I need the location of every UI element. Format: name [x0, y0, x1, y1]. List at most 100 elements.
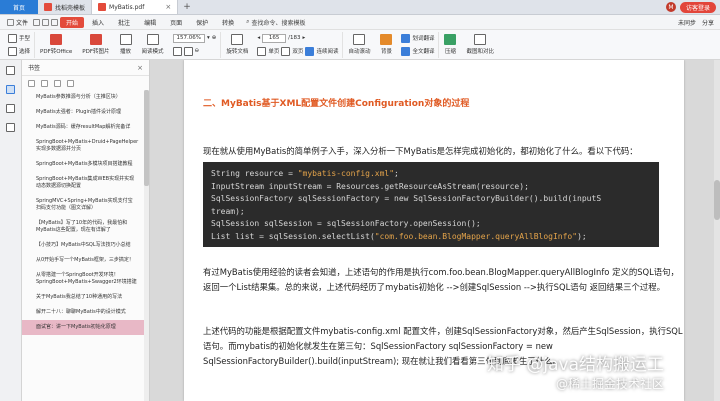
zoom-in-icon[interactable]: ⊕: [212, 35, 217, 41]
tab-mybatis-pdf[interactable]: MyBatis.pdf ×: [92, 0, 179, 14]
auto-scroll-icon: [353, 34, 366, 45]
fit-page-icon[interactable]: [172, 46, 182, 56]
bookmark-item[interactable]: 【小技巧】MyBatis中SQL写法技巧小总结: [22, 238, 145, 253]
pdf-to-image-button[interactable]: PDF转图片: [77, 34, 114, 55]
watermark-sub: @稀土掘金技术社区: [555, 377, 664, 391]
screenshot-compare-button[interactable]: 截图和对比: [461, 34, 499, 55]
double-page-button[interactable]: 双页: [292, 47, 303, 55]
bookmark-item[interactable]: 关于MyBatis我总结了10种通用的写法: [22, 290, 145, 305]
scrollbar-thumb[interactable]: [144, 90, 149, 186]
pdf-to-office-button[interactable]: PDF转Office: [35, 34, 77, 55]
screenshot-compare-label: 截图和对比: [466, 49, 494, 55]
menu-insert[interactable]: 插入: [86, 17, 110, 28]
close-icon[interactable]: ×: [137, 64, 143, 72]
document-scrollbar[interactable]: [714, 60, 720, 401]
bookmark-item[interactable]: MyBatis太强者：Plugin插件设计原理: [22, 105, 145, 120]
sync-status[interactable]: 未同步: [678, 18, 696, 27]
pdf-icon: [98, 3, 107, 11]
bookmark-item[interactable]: 从零搭建一个SpringBoot开发环境！SpringBoot+MyBatis+…: [22, 268, 145, 290]
annotation-icon[interactable]: [6, 104, 15, 113]
pdf-to-image-icon: [89, 34, 102, 45]
share-button[interactable]: 分享: [702, 18, 714, 27]
avatar[interactable]: M: [665, 2, 676, 12]
bookmark-item[interactable]: SpringMVC+Spring+MyBatis实现支付宝扫码支付功能（图文详解…: [22, 194, 145, 216]
bookmark-item[interactable]: MyBatis源码：缓存resultMap解析完备详: [22, 120, 145, 135]
thumbnail-icon[interactable]: [6, 66, 15, 75]
command-search[interactable]: ⌕ 查找命令、搜索模板: [242, 18, 309, 27]
menu-start[interactable]: 开始: [60, 16, 85, 28]
bookmark-icon[interactable]: [6, 85, 15, 94]
bookmark-item[interactable]: SpringBoot+MyBatis+Druid+PageHelper实现多数据…: [22, 135, 145, 157]
tool-group-translate: 划词翻译 全文翻译: [397, 31, 440, 58]
section-heading: 二、MyBatis基于XML配置文件创建Configuration对象的过程: [203, 99, 470, 109]
translate-word-button[interactable]: 划词翻译: [401, 33, 434, 43]
play-button[interactable]: 播放: [115, 34, 137, 55]
undo-icon[interactable]: [51, 18, 59, 26]
bookmark-item[interactable]: MyBatis参数推源与分析（主推区块）: [22, 90, 145, 105]
menu-convert[interactable]: 转换: [216, 17, 240, 28]
zoom-input[interactable]: 157.06%: [172, 33, 206, 43]
page-number-input[interactable]: 165: [262, 33, 287, 43]
menu-page[interactable]: 页面: [164, 17, 188, 28]
compress-button[interactable]: 压缩: [439, 34, 461, 55]
next-page-icon[interactable]: ▸: [303, 35, 306, 41]
bookmark-panel: 书签 × MyBatis参数推源与分析（主推区块） MyBatis太强者：Plu…: [22, 60, 150, 401]
search-icon[interactable]: [6, 123, 15, 132]
translate-full-button[interactable]: 全文翻译: [401, 46, 435, 56]
print-icon[interactable]: [42, 18, 50, 26]
bookmark-item[interactable]: SpringBoot+MyBatis集成WEB实现并实现动态数据源切换配置: [22, 172, 145, 194]
save-icon[interactable]: [33, 18, 41, 26]
bookmark-item-selected[interactable]: 面试官：讲一下MyBatis初始化原理: [22, 320, 145, 335]
code-line: tream);: [211, 206, 245, 216]
login-button[interactable]: 访客登录: [679, 1, 716, 13]
fit-width-icon[interactable]: [183, 46, 193, 56]
single-page-button[interactable]: 单页: [268, 47, 279, 55]
add-bookmark-icon[interactable]: [54, 79, 61, 87]
file-menu[interactable]: 文件: [4, 18, 31, 27]
menu-annotate[interactable]: 批注: [112, 17, 136, 28]
tab-close-icon[interactable]: ×: [165, 3, 171, 11]
select-tool-label: 选择: [19, 49, 31, 55]
zoom-dropdown-icon[interactable]: ▾: [207, 35, 210, 41]
play-label: 播放: [120, 49, 132, 55]
single-page-icon: [257, 46, 267, 56]
bookmark-item[interactable]: 从0开始手写一个MyBatis框架，三步搞定！: [22, 253, 145, 268]
background-button[interactable]: 背景: [375, 34, 397, 55]
tab-template[interactable]: 找稻壳模板: [38, 0, 93, 14]
read-mode-button[interactable]: 阅读模式: [137, 34, 169, 55]
menu-edit[interactable]: 编辑: [138, 17, 162, 28]
code-line: InputStream inputStream = Resources.getR…: [211, 181, 529, 191]
code-text: );: [577, 231, 587, 241]
collapse-icon[interactable]: [41, 79, 48, 87]
translate-full-label: 全文翻译: [412, 49, 435, 55]
zoom-control: 157.06% ▾ ⊕: [172, 33, 217, 43]
scrollbar-thumb[interactable]: [714, 180, 720, 220]
delete-bookmark-icon[interactable]: [67, 79, 74, 87]
menu-protect[interactable]: 保护: [190, 17, 214, 28]
compress-label: 压缩: [444, 49, 456, 55]
rotate-icon: [231, 34, 244, 45]
code-text: List list = sqlSession.selectList(: [211, 231, 375, 241]
tool-group-page: ◂ 165 /183 ▸ 单页 双页 连续阅读: [253, 31, 344, 58]
continuous-icon: [305, 46, 315, 56]
menu-bar: 文件 开始 插入 批注 编辑 页面 保护 转换 ⌕ 查找命令、搜索模板 未同步 …: [0, 15, 720, 30]
zoom-out-icon[interactable]: ⊖: [195, 48, 200, 54]
rotate-label: 旋转文档: [226, 49, 249, 55]
hand-tool[interactable]: 手型: [8, 33, 30, 43]
bookmark-item[interactable]: 【MyBatis】写了10年的代码，我最怕和MyBatis这些配置，现在有详解了: [22, 216, 145, 238]
bookmark-item[interactable]: 解开二十八：聊聊MyBatis中的设计模式: [22, 305, 145, 320]
rotate-button[interactable]: 旋转文档: [221, 34, 253, 55]
pdf-page: 二、MyBatis基于XML配置文件创建Configuration对象的过程 现…: [184, 60, 684, 401]
select-tool[interactable]: 选择: [8, 46, 31, 56]
auto-scroll-button[interactable]: 自动滚动: [343, 34, 375, 55]
read-mode-label: 阅读模式: [141, 49, 164, 55]
tab-home[interactable]: 首页: [0, 0, 38, 14]
expand-icon[interactable]: [28, 79, 35, 87]
prev-page-icon[interactable]: ◂: [257, 35, 260, 41]
bookmark-scrollbar[interactable]: [144, 90, 149, 401]
background-label: 背景: [380, 49, 392, 55]
new-tab-button[interactable]: +: [178, 0, 196, 14]
continuous-read-button[interactable]: 连续阅读: [316, 47, 338, 55]
bookmark-item[interactable]: SpringBoot+MyBatis多模块项目搭建教程: [22, 157, 145, 172]
code-string: "com.foo.bean.BlogMapper.queryAllBlogInf…: [374, 231, 578, 241]
